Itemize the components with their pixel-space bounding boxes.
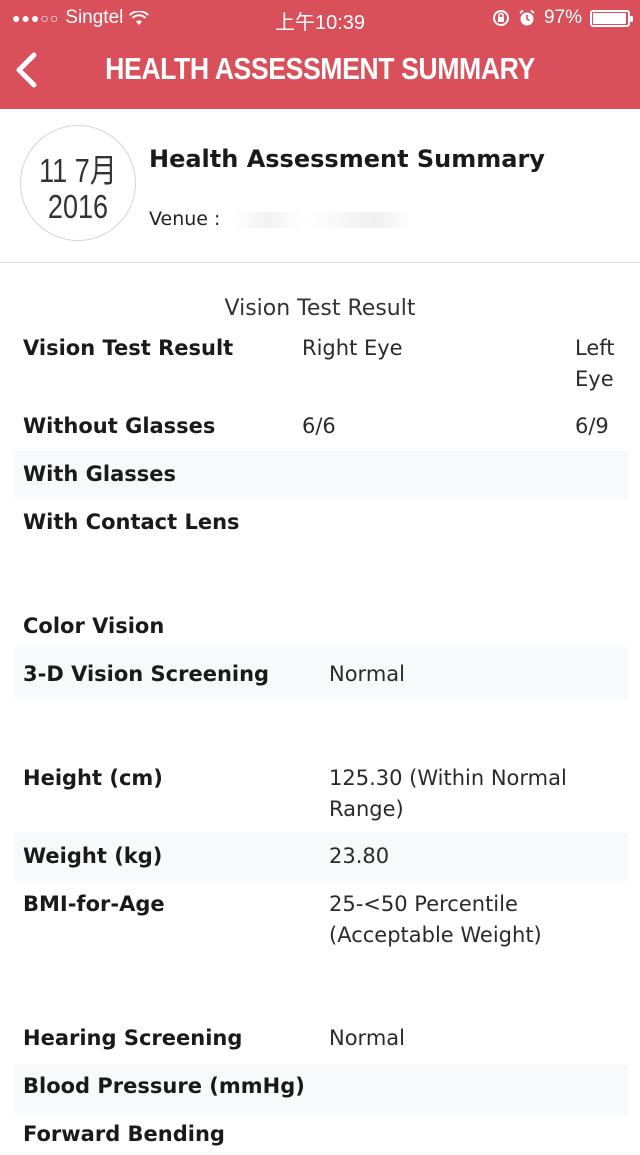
date-badge: 11 7月 2016 <box>20 125 136 241</box>
hearing-value: Normal <box>329 1026 405 1050</box>
summary-title: Health Assessment Summary <box>149 145 545 173</box>
venue-label: Venue : <box>149 208 221 230</box>
nav-bar: HEALTH ASSESSMENT SUMMARY <box>0 36 640 109</box>
vision-row-label: Without Glasses <box>23 414 216 438</box>
height-label: Height (cm) <box>23 766 163 790</box>
table-row: BMI-for-Age 25-<50 Percentile (Acceptabl… <box>14 881 628 971</box>
vision-header-row: Vision Test Result Right Eye Left Eye <box>14 333 628 405</box>
results-content[interactable]: Vision Test Result Vision Test Result Ri… <box>0 263 640 1146</box>
vision-row-left: 6/9 <box>575 414 609 438</box>
weight-value: 23.80 <box>329 844 390 868</box>
status-bar: ●●●○○ Singtel 上午10:39 97% <box>0 0 640 36</box>
table-row: With Contact Lens <box>14 499 628 599</box>
table-row: With Glasses <box>14 451 628 499</box>
3d-vision-value: Normal <box>329 662 405 686</box>
table-row: Forward Bending <box>14 1115 628 1155</box>
date-month-day: 11 7月 <box>39 152 117 189</box>
battery-icon <box>590 9 633 27</box>
date-year: 2016 <box>47 188 109 225</box>
hearing-label: Hearing Screening <box>23 1026 243 1050</box>
venue: Venue : <box>149 208 413 230</box>
vision-header-label: Vision Test Result <box>23 336 234 360</box>
3d-vision-label: 3-D Vision Screening <box>23 662 270 686</box>
orientation-lock-icon <box>492 10 509 26</box>
vision-row-label: With Glasses <box>23 462 177 486</box>
chevron-left-icon <box>16 52 37 88</box>
vision-row-right: 6/6 <box>302 414 336 438</box>
weight-label: Weight (kg) <box>23 844 163 868</box>
table-row: Height (cm) 125.30 (Within Normal Range) <box>14 751 628 833</box>
venue-redacted <box>232 211 413 228</box>
bp-label: Blood Pressure (mmHg) <box>23 1074 305 1098</box>
table-row: Blood Pressure (mmHg) <box>14 1065 628 1115</box>
bmi-value: 25-<50 Percentile (Acceptable Weight) <box>329 892 542 947</box>
right-eye-header: Right Eye <box>302 336 403 360</box>
vision-row-label: With Contact Lens <box>23 510 240 534</box>
table-row: Color Vision <box>14 599 628 647</box>
table-row: Weight (kg) 23.80 <box>14 833 628 881</box>
alarm-icon <box>519 9 535 26</box>
battery-percent: 97% <box>543 7 582 28</box>
table-row: 3-D Vision Screening Normal <box>14 647 628 699</box>
status-right: 97% <box>492 7 633 29</box>
section-title-vision: Vision Test Result <box>224 296 416 321</box>
forward-bending-label: Forward Bending <box>23 1122 225 1146</box>
color-vision-label: Color Vision <box>23 614 165 638</box>
bmi-label: BMI-for-Age <box>23 892 165 916</box>
page-title: HEALTH ASSESSMENT SUMMARY <box>105 51 535 86</box>
summary-header: 11 7月 2016 Health Assessment Summary Ven… <box>0 109 640 263</box>
left-eye-header: Left Eye <box>575 336 615 391</box>
height-value: 125.30 (Within Normal Range) <box>329 766 567 821</box>
table-row: Without Glasses 6/6 6/9 <box>14 405 628 451</box>
table-row: Hearing Screening Normal <box>14 1023 628 1071</box>
